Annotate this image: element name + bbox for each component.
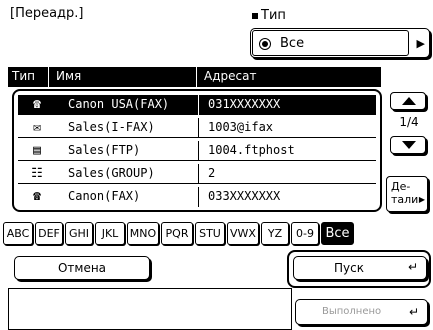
type-value: Все [280, 36, 305, 51]
list-item[interactable]: ☷ Sales(GROUP) 2 [18, 164, 376, 184]
alpha-key-vwx[interactable]: VWX [227, 222, 259, 245]
item-address: 1004.ftphost [208, 143, 295, 157]
triangle-right-icon: ▶ [416, 37, 425, 50]
alpha-key-stu[interactable]: STU [195, 222, 225, 245]
column-address: Адресат [204, 69, 257, 83]
alpha-key-все[interactable]: Все [321, 222, 354, 245]
page-indicator: 1/4 [399, 115, 419, 129]
details-label: Де-тали [391, 180, 419, 206]
item-name: Sales(GROUP) [68, 166, 155, 180]
scroll-down-button[interactable] [390, 136, 426, 154]
cancel-button[interactable]: Отмена [14, 256, 150, 280]
alpha-key-def[interactable]: DEF [35, 222, 63, 245]
alpha-key-pqr[interactable]: PQR [161, 222, 193, 245]
ifax-icon: ✉ [33, 120, 41, 135]
type-label: Тип [252, 8, 286, 23]
group-icon: ☷ [31, 166, 43, 181]
alpha-key-ghi[interactable]: GHI [65, 222, 93, 245]
alpha-key-yz[interactable]: YZ [261, 222, 289, 245]
type-selector[interactable]: Все ▶ [250, 28, 430, 58]
table-header: Тип Имя Адресат [8, 67, 381, 87]
type-label-text: Тип [261, 8, 286, 23]
radio-icon [259, 38, 271, 50]
ftp-icon: ▤ [33, 143, 41, 158]
alpha-key-0-9[interactable]: 0-9 [291, 222, 319, 245]
enter-icon: ↵ [407, 260, 418, 274]
list-item[interactable]: ✉ Sales(I-FAX) 1003@ifax [18, 118, 376, 138]
details-button[interactable]: Де-тали ▶ [386, 176, 428, 212]
address-list: ☎ Canon USA(FAX) 031XXXXXXX ✉ Sales(I-FAX) 10… [12, 89, 382, 212]
scroll-up-button[interactable] [390, 92, 426, 110]
item-name: Sales(FTP) [68, 143, 141, 157]
start-button[interactable]: Пуск ↵ [293, 256, 427, 280]
type-option-selected[interactable]: Все [252, 30, 409, 56]
item-name: Canon USA(FAX) [68, 97, 170, 111]
bullet-icon [252, 12, 258, 19]
execute-label: Выполнено [322, 306, 382, 317]
fax-icon: ☎ [33, 189, 41, 204]
item-address: 1003@ifax [208, 120, 274, 134]
execute-button[interactable]: Выполнено ↵ [295, 299, 428, 325]
item-name: Canon(FAX) [68, 189, 141, 203]
list-item[interactable]: ▤ Sales(FTP) 1004.ftphost [18, 141, 376, 161]
enter-icon: ↵ [408, 305, 419, 319]
column-name: Имя [56, 69, 82, 83]
triangle-right-icon: ▶ [418, 195, 425, 204]
column-type: Тип [12, 69, 35, 83]
item-name: Sales(I-FAX) [68, 120, 155, 134]
item-address: 033XXXXXXX [208, 189, 281, 203]
start-label: Пуск [334, 261, 364, 275]
fax-icon: ☎ [33, 97, 41, 112]
alpha-key-jkl[interactable]: JKL [95, 222, 125, 245]
status-panel [8, 288, 292, 330]
screen-title: [Переадр.] [10, 6, 84, 21]
list-item[interactable]: ☎ Canon USA(FAX) 031XXXXXXX [18, 95, 376, 115]
item-address: 031XXXXXXX [208, 97, 281, 111]
alpha-key-abc[interactable]: ABC [3, 222, 33, 245]
item-address: 2 [208, 166, 216, 180]
alpha-key-mno[interactable]: MNO [127, 222, 159, 245]
list-item[interactable]: ☎ Canon(FAX) 033XXXXXXX [18, 187, 376, 207]
